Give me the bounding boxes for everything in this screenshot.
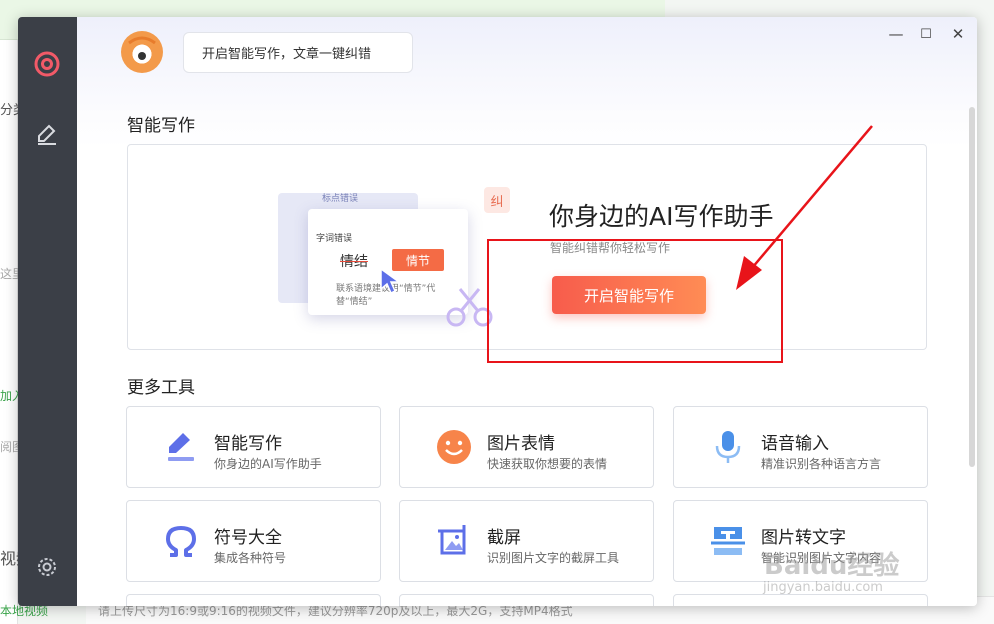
- tool-name: 语音输入: [761, 434, 829, 454]
- mascot-avatar: [121, 31, 163, 73]
- tool-name: 符号大全: [214, 528, 282, 548]
- scissors-icon: [446, 288, 493, 327]
- punctuation-chip: 标点错误: [322, 194, 359, 204]
- background-left-strip: [0, 40, 18, 624]
- banner-subtitle: 智能纠错帮你轻松写作: [550, 241, 671, 255]
- tool-card-partial[interactable]: [399, 594, 654, 606]
- banner-title: 你身边的AI写作助手: [549, 202, 774, 231]
- left-rail: [18, 17, 77, 606]
- writing-illustration: 纠 标点错误 字词错误 情结 情节 联系语境建议用“情节”代替“情结”: [248, 165, 518, 335]
- cursor-icon: [380, 267, 402, 295]
- settings-icon[interactable]: [33, 553, 61, 581]
- tool-card-symbols[interactable]: 符号大全 集成各种符号: [126, 500, 381, 582]
- microphone-icon: [715, 431, 741, 463]
- scrollbar[interactable]: [969, 107, 975, 467]
- target-icon[interactable]: [33, 50, 61, 78]
- tool-name: 智能写作: [214, 434, 282, 454]
- tools-panel: — ☐ ✕ 开启智能写作，文章一键纠错 智能写作 纠 标点错误 字词错误 情结 …: [18, 17, 977, 606]
- panel-content: — ☐ ✕ 开启智能写作，文章一键纠错 智能写作 纠 标点错误 字词错误 情结 …: [77, 17, 977, 606]
- tool-card-partial[interactable]: [673, 594, 928, 606]
- tool-desc: 识别图片文字的截屏工具: [487, 551, 620, 565]
- section-title-writing: 智能写作: [127, 116, 195, 136]
- section-title-tools: 更多工具: [127, 378, 195, 398]
- tool-card-smart-writing[interactable]: 智能写作 你身边的AI写作助手: [126, 406, 381, 488]
- ocr-icon: [711, 527, 745, 555]
- wrong-word: 情结: [340, 254, 368, 270]
- watermark-url: jingyan.baidu.com: [763, 580, 883, 595]
- maximize-button[interactable]: ☐: [917, 25, 935, 43]
- tool-desc: 集成各种符号: [214, 551, 287, 565]
- tool-desc: 快速获取你想要的表情: [487, 457, 608, 471]
- promo-bubble[interactable]: 开启智能写作，文章一键纠错: [183, 32, 413, 73]
- pen-icon: [168, 433, 194, 461]
- tool-name: 图片表情: [487, 434, 555, 454]
- tool-desc: 精准识别各种语言方言: [761, 457, 882, 471]
- minimize-button[interactable]: —: [887, 25, 905, 43]
- tool-card-voice-input[interactable]: 语音输入 精准识别各种语言方言: [673, 406, 928, 488]
- watermark: Baidu经验: [764, 551, 900, 581]
- tool-name: 截屏: [487, 528, 521, 548]
- emoji-icon: [437, 430, 471, 464]
- word-error-label: 字词错误: [316, 234, 353, 244]
- screenshot-icon: [438, 525, 466, 555]
- tool-card-screenshot[interactable]: 截屏 识别图片文字的截屏工具: [399, 500, 654, 582]
- tool-card-partial[interactable]: [126, 594, 381, 606]
- start-writing-button[interactable]: 开启智能写作: [552, 276, 706, 314]
- tool-desc: 你身边的AI写作助手: [214, 457, 322, 471]
- close-button[interactable]: ✕: [949, 25, 967, 43]
- omega-icon: [166, 526, 196, 557]
- tool-card-emoji[interactable]: 图片表情 快速获取你想要的表情: [399, 406, 654, 488]
- writing-banner: 纠 标点错误 字词错误 情结 情节 联系语境建议用“情节”代替“情结” 你身边的…: [127, 144, 927, 350]
- correction-badge: 纠: [484, 187, 510, 213]
- edit-icon[interactable]: [33, 120, 61, 148]
